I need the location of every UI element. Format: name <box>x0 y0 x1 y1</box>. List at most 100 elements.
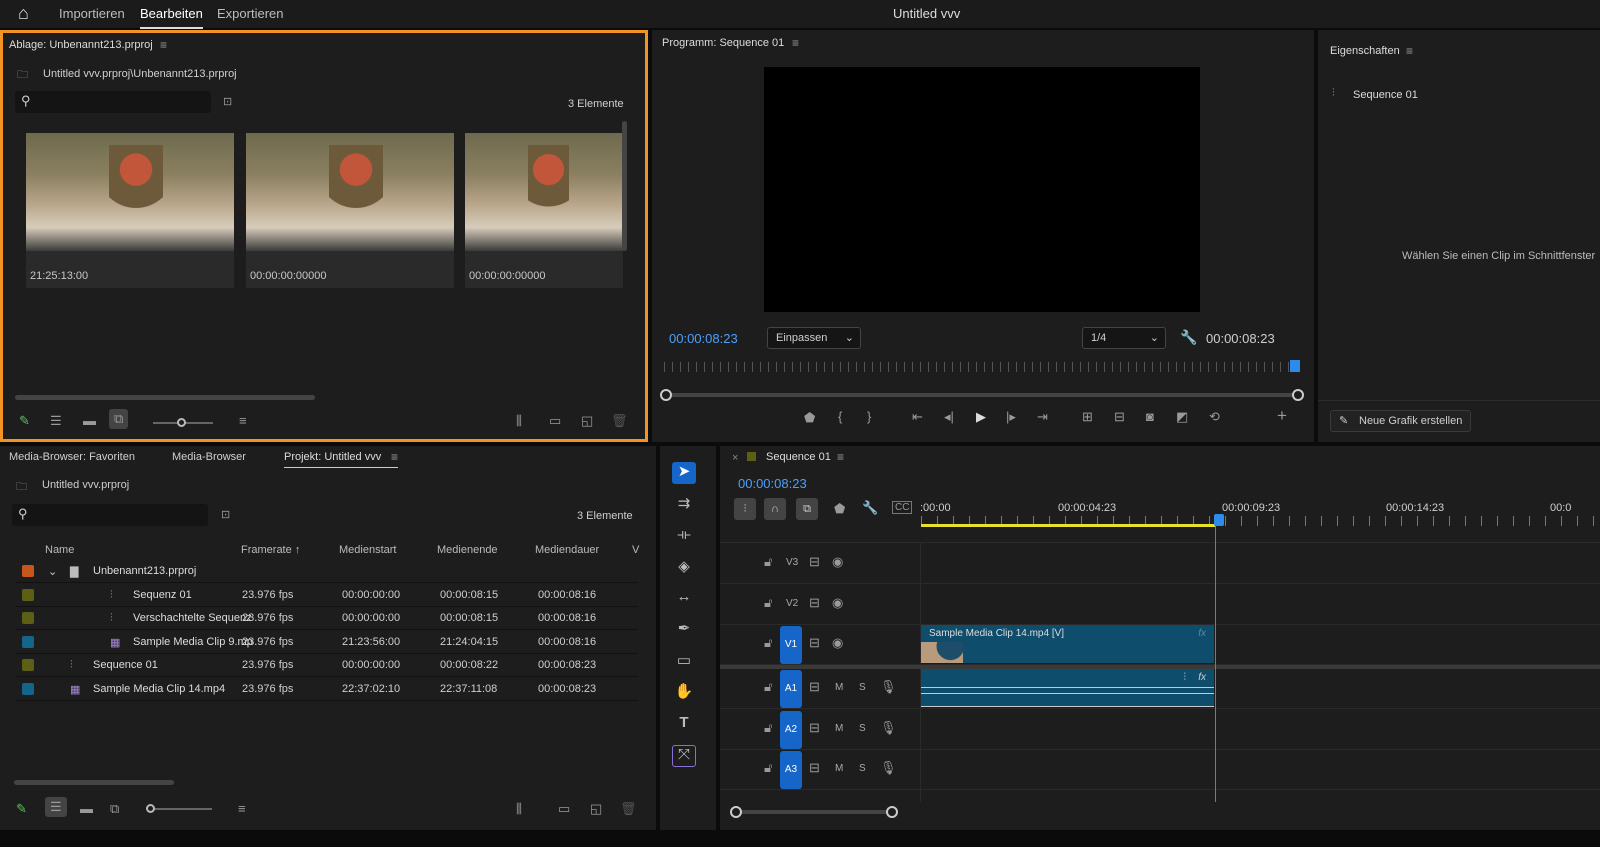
label-color-swatch[interactable] <box>22 565 34 577</box>
table-row[interactable]: ⌄▇Unbenannt213.prproj <box>16 560 638 583</box>
project-search-input[interactable]: ⚲ <box>12 504 208 526</box>
marker-icon[interactable]: ⬟ <box>834 501 845 517</box>
panel-menu-icon[interactable]: ≡ <box>792 36 799 50</box>
column-framerate[interactable]: Framerate ↑ <box>241 544 300 556</box>
sync-lock-icon[interactable]: ⊟ <box>809 720 820 736</box>
lift-icon[interactable]: ⊞ <box>1082 409 1093 425</box>
bin-title[interactable]: Ablage: Unbenannt213.prproj <box>9 39 153 51</box>
razor-tool-icon[interactable]: ◈ <box>672 557 696 579</box>
slip-tool-icon[interactable]: ↔ <box>672 588 696 610</box>
label-color-swatch[interactable] <box>22 659 34 671</box>
playhead-marker[interactable] <box>1290 360 1300 372</box>
go-to-in-icon[interactable]: ⇤ <box>912 409 923 425</box>
bin-search-input[interactable]: ⚲ <box>15 91 211 113</box>
track-target-v1[interactable]: V1 <box>780 626 802 664</box>
nav-importieren[interactable]: Importieren <box>59 6 125 21</box>
linked-selection-icon[interactable]: ⧉ <box>796 498 818 520</box>
table-row[interactable]: ▦Sample Media Clip 14.mp423.976 fps22:37… <box>16 678 638 701</box>
work-area-bar[interactable] <box>921 524 1215 527</box>
thumbnail-clip[interactable]: 21:25:13:00 <box>26 133 234 288</box>
panel-menu-icon[interactable]: ≡ <box>1406 44 1413 58</box>
trash-icon[interactable]: 🗑 <box>611 413 628 429</box>
automate-icon[interactable]: ⫼ <box>516 801 522 817</box>
new-item-icon[interactable]: ◱ <box>590 801 602 817</box>
trash-icon[interactable]: 🗑 <box>620 801 637 817</box>
go-to-out-icon[interactable]: ⇥ <box>1037 409 1048 425</box>
tab-project[interactable]: Projekt: Untitled vvv≡ <box>284 451 398 468</box>
playhead-timecode[interactable]: 00:00:08:23 <box>669 331 738 346</box>
timeline-tab[interactable]: Sequence 01 <box>766 451 831 463</box>
wrench-icon[interactable]: 🔧 <box>862 500 878 516</box>
table-row[interactable]: ▦Sample Media Clip 9.mp23.976 fps21:23:5… <box>16 631 638 654</box>
playhead-marker[interactable] <box>1214 514 1224 526</box>
step-forward-icon[interactable]: |▸ <box>1006 409 1016 425</box>
zoom-slider[interactable] <box>150 808 212 810</box>
microphone-icon[interactable]: 🎙︎ <box>880 679 897 695</box>
table-row[interactable]: ⫶Sequenz 0123.976 fps00:00:00:0000:00:08… <box>16 584 638 607</box>
mark-out-icon[interactable]: } <box>867 409 871 424</box>
panel-menu-icon[interactable]: ≡ <box>391 450 398 464</box>
mark-in-icon[interactable]: { <box>838 409 842 424</box>
captions-icon[interactable]: CC <box>892 501 912 514</box>
sync-lock-icon[interactable]: ⊟ <box>809 635 820 651</box>
icon-view-icon[interactable]: ▬ <box>83 413 96 428</box>
pencil-icon[interactable]: ✎ <box>19 413 30 429</box>
thumbnail-sequence[interactable]: 00:00:00:00000 <box>246 133 454 288</box>
nav-bearbeiten[interactable]: Bearbeiten <box>140 6 203 29</box>
table-row[interactable]: ⫶Sequence 0123.976 fps00:00:00:0000:00:0… <box>16 654 638 677</box>
mute-button[interactable]: M <box>835 723 843 734</box>
new-item-icon[interactable]: ◱ <box>581 413 593 429</box>
selection-tool-icon[interactable]: ➤ <box>672 462 696 484</box>
nav-exportieren[interactable]: Exportieren <box>217 6 283 21</box>
find-icon[interactable]: ⊡ <box>221 508 230 521</box>
pen-tool-icon[interactable]: ✒ <box>672 619 696 641</box>
label-color-swatch[interactable] <box>22 636 34 648</box>
microphone-icon[interactable]: 🎙︎ <box>880 760 897 776</box>
mute-button[interactable]: M <box>835 682 843 693</box>
video-clip[interactable]: Sample Media Clip 14.mp4 [V] fx <box>921 625 1214 663</box>
hand-tool-icon[interactable]: ✋ <box>672 682 696 704</box>
solo-button[interactable]: S <box>859 682 866 693</box>
panel-menu-icon[interactable]: ≡ <box>160 38 167 52</box>
fit-dropdown[interactable]: Einpassen⌄ <box>767 327 861 349</box>
lock-icon[interactable]: 🔓︎ <box>764 635 772 651</box>
eye-icon[interactable]: ◉ <box>832 595 843 611</box>
sync-lock-icon[interactable]: ⊟ <box>809 554 820 570</box>
rectangle-tool-icon[interactable]: ▭ <box>672 651 696 673</box>
freeform-view-icon[interactable]: ⧉ <box>109 409 128 429</box>
pencil-icon[interactable]: ✎ <box>16 801 27 817</box>
list-view-icon[interactable]: ☰ <box>45 797 67 817</box>
properties-title[interactable]: Eigenschaften <box>1330 45 1400 57</box>
list-view-icon[interactable]: ☰ <box>50 413 62 429</box>
play-icon[interactable]: ▶ <box>976 409 986 425</box>
track-target-audio[interactable]: A3 <box>780 751 802 789</box>
close-tab-icon[interactable]: × <box>732 452 738 464</box>
zoom-scrollbar[interactable] <box>664 393 1300 397</box>
solo-button[interactable]: S <box>859 763 866 774</box>
eye-icon[interactable]: ◉ <box>832 554 843 570</box>
sync-lock-icon[interactable]: ⊟ <box>809 760 820 776</box>
mute-button[interactable]: M <box>835 763 843 774</box>
track-select-tool-icon[interactable]: ⇉ <box>672 494 696 516</box>
column-name[interactable]: Name <box>45 544 74 556</box>
freeform-view-icon[interactable]: ⧉ <box>110 801 119 817</box>
type-tool-icon[interactable]: T <box>672 714 696 736</box>
vertical-scrollbar[interactable] <box>622 121 627 251</box>
eye-icon[interactable]: ◉ <box>832 635 843 651</box>
wrench-icon[interactable]: 🔧 <box>1180 329 1197 346</box>
home-icon[interactable]: ⌂ <box>18 3 29 24</box>
lock-icon[interactable]: 🔓︎ <box>764 679 772 695</box>
find-icon[interactable]: ⊡ <box>223 95 232 108</box>
thumbnail-sequence[interactable]: 00:00:00:00000 <box>465 133 623 288</box>
step-back-icon[interactable]: ◂| <box>944 409 954 425</box>
column-video[interactable]: V <box>632 544 639 556</box>
column-medienstart[interactable]: Medienstart <box>339 544 396 556</box>
tab-media-browser-favorites[interactable]: Media-Browser: Favoriten <box>9 451 135 463</box>
label-color-swatch[interactable] <box>22 683 34 695</box>
ripple-edit-tool-icon[interactable]: ⟛ <box>672 526 696 548</box>
new-graphic-button[interactable]: ✎Neue Grafik erstellen <box>1330 410 1471 432</box>
generative-extend-tool-icon[interactable]: ⤧ <box>672 745 696 767</box>
sort-icon[interactable]: ≡ <box>238 801 246 816</box>
new-bin-icon[interactable]: ▭ <box>558 801 570 817</box>
sync-lock-icon[interactable]: ⊟ <box>809 679 820 695</box>
